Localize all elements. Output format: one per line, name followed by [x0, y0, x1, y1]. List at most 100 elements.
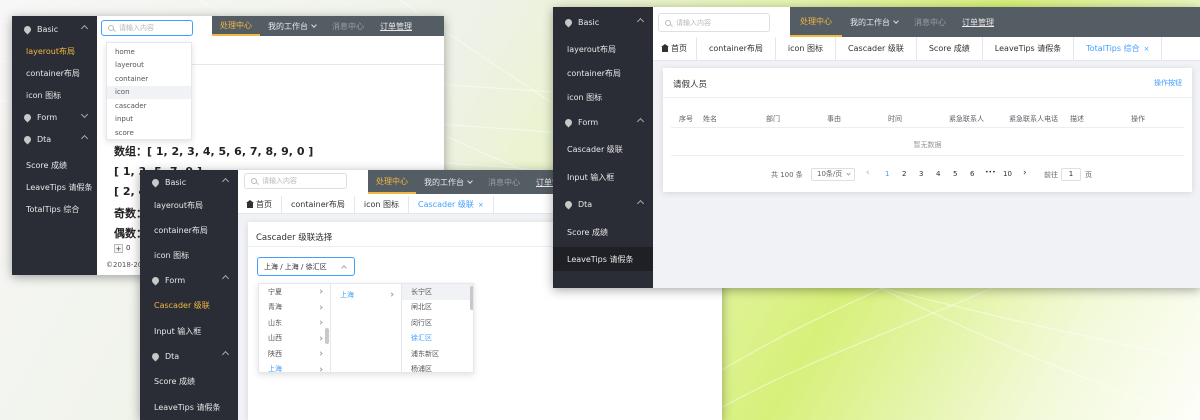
next-page-button[interactable]: › — [1023, 168, 1027, 178]
suggestion-item[interactable]: container — [107, 72, 191, 86]
suggestion-item[interactable]: icon — [107, 85, 191, 99]
sidebar-item-layerout[interactable]: layerout布局 — [553, 37, 653, 61]
sidebar-item-container[interactable]: container布局 — [553, 61, 653, 85]
action-button[interactable]: 操作按钮 — [1154, 78, 1182, 88]
topnav-my-workbench[interactable]: 我的工作台 — [260, 16, 324, 36]
search-placeholder: 请输入内容 — [262, 177, 297, 185]
topnav-message-center[interactable]: 消息中心 — [480, 170, 528, 194]
page-size-select[interactable]: 10条/页 — [811, 168, 855, 181]
sidebar-item-cascader[interactable]: Cascader 级联 — [140, 292, 238, 318]
sidebar-item-leavetips[interactable]: LeaveTips 请假条 — [140, 394, 238, 420]
cascader-option[interactable]: 闵行区 — [402, 315, 473, 331]
tab-totaltips[interactable]: TotalTips 综合 × — [1074, 37, 1163, 60]
menu-group-dta[interactable]: Dta — [553, 191, 653, 217]
cascader-option-selected[interactable]: 徐汇区 — [402, 331, 473, 347]
tab-home[interactable]: 首页 — [653, 37, 697, 60]
search-input[interactable]: 请输入内容 — [244, 173, 347, 189]
search-input[interactable]: 请输入内容 — [658, 13, 770, 32]
menu-group-form[interactable]: Form — [140, 268, 238, 292]
sidebar-item-input[interactable]: Input 输入框 — [140, 318, 238, 344]
menu-group-basic[interactable]: Basic — [12, 18, 97, 40]
sidebar-item-container[interactable]: container布局 — [140, 218, 238, 243]
scrollbar[interactable] — [470, 286, 473, 310]
page-number[interactable]: 2 — [902, 170, 906, 178]
sidebar-item-score[interactable]: Score 成绩 — [12, 154, 97, 176]
sidebar-item-leavetips[interactable]: LeaveTips 请假条 — [553, 247, 653, 271]
scrollbar[interactable] — [325, 328, 329, 344]
menu-group-dta[interactable]: Dta — [12, 128, 97, 150]
sidebar-item-icon[interactable]: icon 图标 — [553, 85, 653, 109]
menu-group-label: Basic — [165, 177, 187, 187]
cascader-option-selected[interactable]: 上海 — [259, 362, 330, 372]
cascader-option[interactable]: 宁夏 — [259, 284, 330, 300]
sidebar-item-cascader[interactable]: Cascader 级联 — [553, 135, 653, 163]
topnav-message-center[interactable]: 消息中心 — [906, 7, 954, 37]
tab-icon[interactable]: icon 图标 — [776, 37, 837, 60]
close-icon[interactable]: × — [478, 201, 484, 209]
goto-label: 前往 — [1044, 171, 1058, 179]
chevron-up-icon — [221, 350, 230, 359]
sidebar-item-layerout[interactable]: layerout布局 — [12, 40, 97, 62]
topnav-order-management[interactable]: 订单管理 — [954, 7, 1002, 37]
cascader-option-selected[interactable]: 上海 — [331, 287, 401, 303]
tab-leavetips[interactable]: LeaveTips 请假条 — [983, 37, 1075, 60]
menu-group-basic[interactable]: Basic — [553, 7, 653, 37]
topnav-order-management[interactable]: 订单管理 — [372, 16, 420, 36]
cascader-option[interactable]: 闸北区 — [402, 300, 473, 316]
menu-group-basic[interactable]: Basic — [140, 171, 238, 193]
sidebar-item-input[interactable]: Input 输入框 — [553, 163, 653, 191]
tab-container[interactable]: container布局 — [697, 37, 776, 60]
topnav-processing-center[interactable]: 处理中心 — [212, 16, 260, 36]
sidebar-item-totaltips[interactable]: TotalTips 综合 — [12, 198, 97, 220]
suggestion-item[interactable]: layerout — [107, 59, 191, 73]
tab-home[interactable]: 首页 — [238, 196, 282, 213]
topnav-processing-center[interactable]: 处理中心 — [368, 170, 416, 194]
more-pages-ellipsis[interactable]: ••• — [985, 169, 996, 176]
cascader-option[interactable]: 山西 — [259, 331, 330, 347]
cascader-option[interactable]: 杨浦区 — [402, 362, 473, 372]
search-suggestions: home layerout container icon cascader in… — [106, 42, 192, 140]
number-stepper[interactable]: + 0 — [114, 244, 130, 253]
topnav-message-center[interactable]: 消息中心 — [324, 16, 372, 36]
sidebar-item-icon[interactable]: icon 图标 — [140, 243, 238, 268]
tab-score[interactable]: Score 成绩 — [917, 37, 983, 60]
menu-group-form[interactable]: Form — [553, 109, 653, 135]
search-input[interactable]: 请输入内容 — [101, 20, 193, 36]
topnav-processing-center[interactable]: 处理中心 — [790, 7, 842, 37]
sidebar-item-score[interactable]: Score 成绩 — [140, 368, 238, 394]
cascader-option[interactable]: 长宁区 — [402, 284, 473, 300]
cascader-option[interactable]: 山东 — [259, 315, 330, 331]
menu-group-form[interactable]: Form — [12, 106, 97, 128]
leave-card: 请假人员 操作按钮 序号 姓名 部门 事由 时间 紧急联系人 紧急联系人电话 描… — [663, 68, 1192, 192]
tab-icon[interactable]: icon 图标 — [355, 196, 410, 213]
page-number[interactable]: 4 — [936, 170, 940, 178]
topnav-my-workbench[interactable]: 我的工作台 — [842, 7, 906, 37]
tab-cascader[interactable]: Cascader 级联 — [836, 37, 917, 60]
stepper-plus-button[interactable]: + — [114, 244, 123, 253]
cascader-option[interactable]: 陕西 — [259, 346, 330, 362]
tab-cascader[interactable]: Cascader 级联 × — [409, 196, 494, 213]
page-number[interactable]: 10 — [1003, 170, 1012, 178]
page-number[interactable]: 6 — [970, 170, 974, 178]
suggestion-item[interactable]: score — [107, 126, 191, 140]
page-number[interactable]: 1 — [885, 170, 889, 178]
sidebar-item-icon[interactable]: icon 图标 — [12, 84, 97, 106]
sidebar-item-layerout[interactable]: layerout布局 — [140, 193, 238, 218]
cascader-option[interactable]: 浦东新区 — [402, 346, 473, 362]
page-number[interactable]: 5 — [953, 170, 957, 178]
suggestion-item[interactable]: cascader — [107, 99, 191, 113]
tab-container[interactable]: container布局 — [282, 196, 355, 213]
page-number[interactable]: 3 — [919, 170, 923, 178]
suggestion-item[interactable]: home — [107, 45, 191, 59]
cascader-option[interactable]: 青海 — [259, 300, 330, 316]
topnav-my-workbench[interactable]: 我的工作台 — [416, 170, 480, 194]
suggestion-item[interactable]: input — [107, 113, 191, 127]
close-icon[interactable]: × — [1144, 45, 1150, 53]
sidebar-item-container[interactable]: container布局 — [12, 62, 97, 84]
prev-page-button[interactable]: ‹ — [866, 168, 870, 178]
cascader-input[interactable]: 上海 / 上海 / 徐汇区 — [257, 257, 355, 276]
sidebar-item-leavetips[interactable]: LeaveTips 请假条 — [12, 176, 97, 198]
menu-group-dta[interactable]: Dta — [140, 344, 238, 368]
goto-page-input[interactable]: 1 — [1061, 168, 1081, 181]
sidebar-item-score[interactable]: Score 成绩 — [553, 217, 653, 247]
